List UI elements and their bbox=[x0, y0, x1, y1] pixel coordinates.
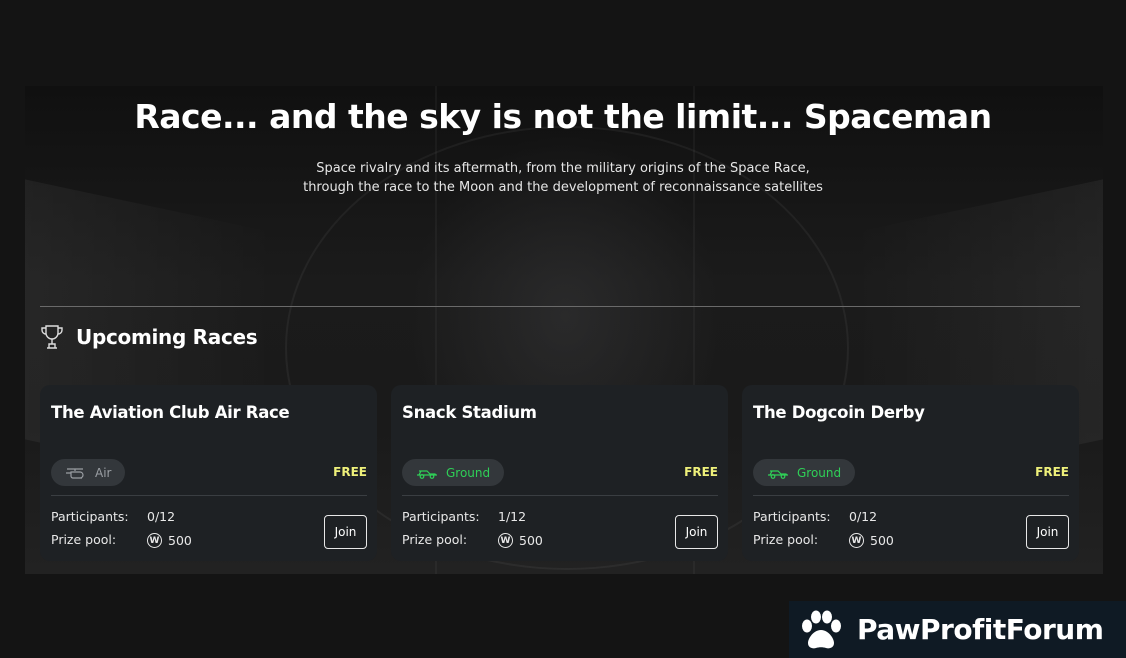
coin-icon: W bbox=[498, 533, 513, 548]
prize-pool-label: Prize pool: bbox=[51, 532, 117, 547]
participants-value: 0/12 bbox=[147, 509, 176, 524]
participants-label: Participants: bbox=[402, 509, 480, 524]
prize-amount: 500 bbox=[168, 533, 192, 548]
car-icon bbox=[768, 469, 788, 479]
prize-pool-value: W 500 bbox=[849, 533, 894, 548]
entry-fee-badge: FREE bbox=[684, 465, 718, 479]
coin-icon: W bbox=[147, 533, 162, 548]
subtitle-line-2: through the race to the Moon and the dev… bbox=[303, 180, 823, 195]
race-type-badge: Air bbox=[51, 459, 126, 486]
participants-label: Participants: bbox=[51, 509, 129, 524]
section-title: Upcoming Races bbox=[76, 325, 258, 349]
prize-amount: 500 bbox=[870, 533, 894, 548]
race-type-label: Ground bbox=[797, 465, 842, 480]
race-name: Snack Stadium bbox=[402, 403, 537, 422]
entry-fee-badge: FREE bbox=[1035, 465, 1069, 479]
section-divider bbox=[40, 306, 1080, 307]
race-name: The Dogcoin Derby bbox=[753, 403, 925, 422]
card-divider bbox=[51, 495, 367, 496]
paw-icon bbox=[802, 610, 841, 648]
race-card: The Aviation Club Air Race Air FREE Part… bbox=[40, 385, 377, 561]
card-divider bbox=[402, 495, 718, 496]
join-button[interactable]: Join bbox=[675, 515, 718, 549]
watermark: PawProfitForum bbox=[789, 601, 1126, 658]
section-header: Upcoming Races bbox=[40, 322, 258, 352]
race-name: The Aviation Club Air Race bbox=[51, 403, 290, 422]
watermark-text: PawProfitForum bbox=[857, 613, 1104, 646]
subtitle-line-1: Space rivalry and its aftermath, from th… bbox=[316, 161, 810, 176]
prize-pool-label: Prize pool: bbox=[402, 532, 468, 547]
race-type-label: Air bbox=[95, 465, 112, 480]
participants-value: 1/12 bbox=[498, 509, 527, 524]
coin-icon: W bbox=[849, 533, 864, 548]
page-subtitle: Space rivalry and its aftermath, from th… bbox=[0, 159, 1126, 197]
race-type-badge: Ground bbox=[753, 459, 856, 486]
join-button[interactable]: Join bbox=[1026, 515, 1069, 549]
participants-label: Participants: bbox=[753, 509, 831, 524]
prize-amount: 500 bbox=[519, 533, 543, 548]
race-card: Snack Stadium Ground FREE Participants: … bbox=[391, 385, 728, 561]
page-title: Race... and the sky is not the limit... … bbox=[134, 97, 992, 136]
join-button[interactable]: Join bbox=[324, 515, 367, 549]
prize-pool-label: Prize pool: bbox=[753, 532, 819, 547]
car-icon bbox=[417, 469, 437, 479]
participants-value: 0/12 bbox=[849, 509, 878, 524]
race-card: The Dogcoin Derby Ground FREE Participan… bbox=[742, 385, 1079, 561]
entry-fee-badge: FREE bbox=[333, 465, 367, 479]
helicopter-icon bbox=[66, 467, 84, 479]
prize-pool-value: W 500 bbox=[147, 533, 192, 548]
trophy-icon bbox=[41, 325, 63, 349]
prize-pool-value: W 500 bbox=[498, 533, 543, 548]
card-divider bbox=[753, 495, 1069, 496]
race-type-badge: Ground bbox=[402, 459, 505, 486]
race-type-label: Ground bbox=[446, 465, 491, 480]
